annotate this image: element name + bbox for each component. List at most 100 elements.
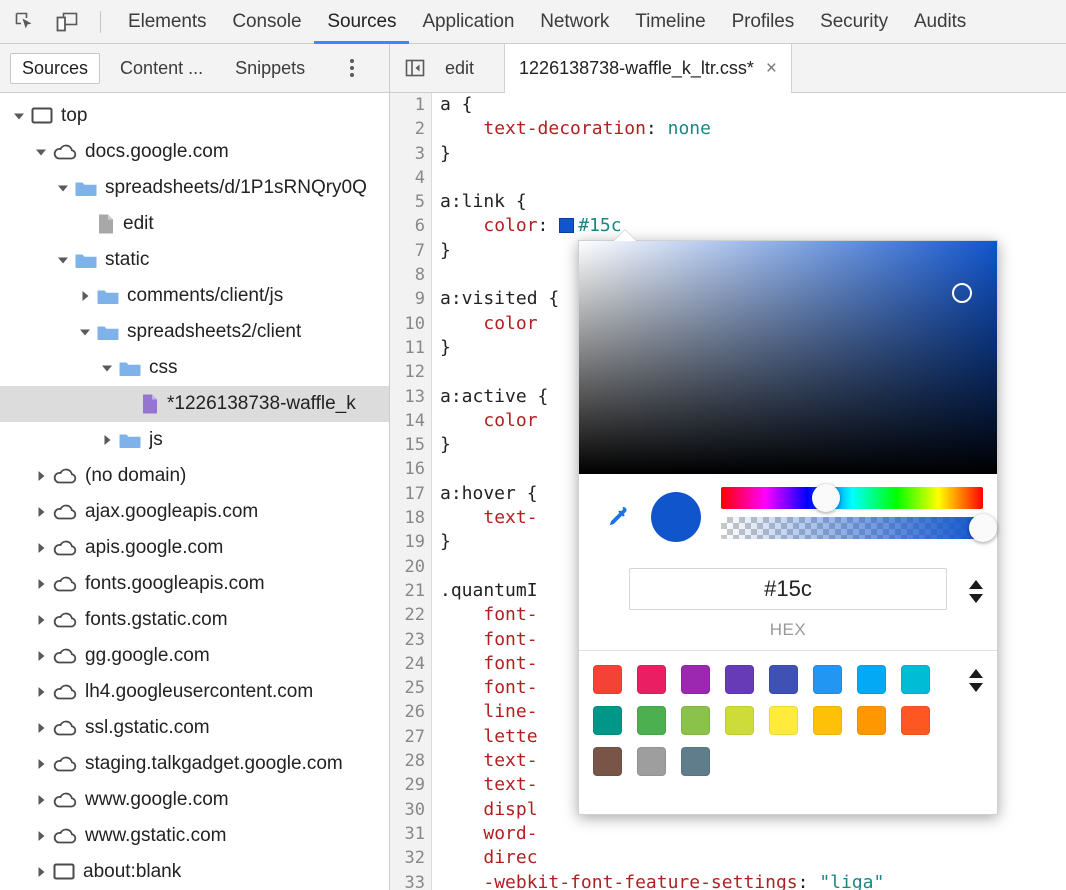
hue-slider[interactable] xyxy=(721,487,983,509)
tree-down-arrow-icon[interactable] xyxy=(52,181,74,195)
palette-swatch[interactable] xyxy=(593,747,622,776)
hex-input[interactable] xyxy=(629,568,947,610)
navigator-tab-content[interactable]: Content ... xyxy=(108,53,215,84)
tree-row[interactable]: about:blank xyxy=(0,854,389,888)
tab-profiles[interactable]: Profiles xyxy=(719,0,808,44)
hue-slider-handle[interactable] xyxy=(812,484,840,512)
tree-row[interactable]: fonts.googleapis.com xyxy=(0,566,389,602)
navigator-tab-snippets[interactable]: Snippets xyxy=(223,53,317,84)
code-line[interactable]: direc xyxy=(440,846,884,870)
tree-right-arrow-icon[interactable] xyxy=(30,469,52,483)
tree-down-arrow-icon[interactable] xyxy=(30,145,52,159)
tree-row[interactable]: www.gstatic.com xyxy=(0,818,389,854)
palette-swatch[interactable] xyxy=(857,665,886,694)
palette-swatch[interactable] xyxy=(593,706,622,735)
palette-swatch[interactable] xyxy=(857,706,886,735)
tree-row[interactable]: www.google.com xyxy=(0,782,389,818)
device-toolbar-icon[interactable] xyxy=(50,7,84,37)
tree-row[interactable]: comments/client/js xyxy=(0,278,389,314)
tree-row[interactable]: gg.google.com xyxy=(0,638,389,674)
tree-row[interactable]: staging.talkgadget.google.com xyxy=(0,746,389,782)
palette-swatch[interactable] xyxy=(813,706,842,735)
tree-right-arrow-icon[interactable] xyxy=(30,865,52,879)
tree-right-arrow-icon[interactable] xyxy=(30,829,52,843)
tree-right-arrow-icon[interactable] xyxy=(30,649,52,663)
close-icon[interactable]: × xyxy=(766,59,777,78)
tree-row[interactable]: lh4.googleusercontent.com xyxy=(0,674,389,710)
code-line[interactable]: text-decoration: none xyxy=(440,117,884,141)
palette-swatch[interactable] xyxy=(637,706,666,735)
palette-swatch[interactable] xyxy=(901,665,930,694)
color-palette[interactable] xyxy=(579,650,997,798)
tree-right-arrow-icon[interactable] xyxy=(30,577,52,591)
inspect-cursor-icon[interactable] xyxy=(8,7,42,37)
tree-right-arrow-icon[interactable] xyxy=(30,541,52,555)
code-line[interactable]: } xyxy=(440,142,884,166)
palette-swatch[interactable] xyxy=(681,747,710,776)
code-line[interactable]: a:link { xyxy=(440,190,884,214)
tree-right-arrow-icon[interactable] xyxy=(30,793,52,807)
tab-audits[interactable]: Audits xyxy=(901,0,979,44)
code-line[interactable]: -webkit-font-feature-settings: "liga" xyxy=(440,871,884,890)
tree-row[interactable]: (no domain) xyxy=(0,458,389,494)
navigator-tab-sources[interactable]: Sources xyxy=(10,53,100,84)
palette-swatch[interactable] xyxy=(637,665,666,694)
tab-elements[interactable]: Elements xyxy=(115,0,219,44)
tab-security[interactable]: Security xyxy=(807,0,901,44)
alpha-slider[interactable] xyxy=(721,517,983,539)
format-spinner-icon[interactable] xyxy=(969,580,983,603)
palette-swatch[interactable] xyxy=(901,706,930,735)
tree-down-arrow-icon[interactable] xyxy=(8,109,30,123)
eyedropper-icon[interactable] xyxy=(593,504,639,530)
color-picker-popup[interactable]: HEX xyxy=(578,240,998,815)
palette-swatch[interactable] xyxy=(681,706,710,735)
palette-swatch[interactable] xyxy=(725,665,754,694)
tree-row[interactable]: spreadsheets2/client xyxy=(0,314,389,350)
editor-tab[interactable]: 1226138738-waffle_k_ltr.css*× xyxy=(504,44,792,93)
tree-right-arrow-icon[interactable] xyxy=(74,289,96,303)
sv-cursor-handle[interactable] xyxy=(952,283,972,303)
code-line[interactable]: color: #15c xyxy=(440,214,884,238)
tree-right-arrow-icon[interactable] xyxy=(30,721,52,735)
tree-row[interactable]: top xyxy=(0,98,389,134)
tree-row[interactable]: css xyxy=(0,350,389,386)
palette-swatch[interactable] xyxy=(637,747,666,776)
palette-swatch[interactable] xyxy=(769,665,798,694)
palette-swatch[interactable] xyxy=(769,706,798,735)
tree-right-arrow-icon[interactable] xyxy=(30,757,52,771)
file-tree[interactable]: topdocs.google.comspreadsheets/d/1P1sRNQ… xyxy=(0,93,389,888)
palette-swatch[interactable] xyxy=(593,665,622,694)
tree-right-arrow-icon[interactable] xyxy=(30,613,52,627)
tree-down-arrow-icon[interactable] xyxy=(74,325,96,339)
tree-row[interactable]: static xyxy=(0,242,389,278)
tab-application[interactable]: Application xyxy=(409,0,527,44)
palette-swatch[interactable] xyxy=(681,665,710,694)
tab-timeline[interactable]: Timeline xyxy=(622,0,718,44)
palette-swatch[interactable] xyxy=(725,706,754,735)
saturation-value-field[interactable] xyxy=(579,241,997,474)
tree-row[interactable]: *1226138738-waffle_k xyxy=(0,386,389,422)
tree-right-arrow-icon[interactable] xyxy=(30,505,52,519)
tree-right-arrow-icon[interactable] xyxy=(30,685,52,699)
tree-row[interactable]: fonts.gstatic.com xyxy=(0,602,389,638)
tree-row[interactable]: edit xyxy=(0,206,389,242)
inline-color-swatch[interactable] xyxy=(559,218,574,233)
tree-row[interactable]: js xyxy=(0,422,389,458)
tree-row[interactable]: apis.google.com xyxy=(0,530,389,566)
editor-tab[interactable]: edit xyxy=(431,44,488,93)
tree-row[interactable]: ajax.googleapis.com xyxy=(0,494,389,530)
tree-down-arrow-icon[interactable] xyxy=(52,253,74,267)
code-line[interactable] xyxy=(440,166,884,190)
tree-right-arrow-icon[interactable] xyxy=(96,433,118,447)
kebab-menu-icon[interactable] xyxy=(339,53,365,83)
tab-console[interactable]: Console xyxy=(219,0,314,44)
palette-swatch[interactable] xyxy=(813,665,842,694)
tree-row[interactable]: docs.google.com xyxy=(0,134,389,170)
tab-sources[interactable]: Sources xyxy=(314,0,409,44)
tab-network[interactable]: Network xyxy=(527,0,622,44)
show-navigator-icon[interactable] xyxy=(399,53,431,83)
tree-row[interactable]: ssl.gstatic.com xyxy=(0,710,389,746)
alpha-slider-handle[interactable] xyxy=(969,514,997,542)
tree-row[interactable]: spreadsheets/d/1P1sRNQry0Q xyxy=(0,170,389,206)
tree-down-arrow-icon[interactable] xyxy=(96,361,118,375)
